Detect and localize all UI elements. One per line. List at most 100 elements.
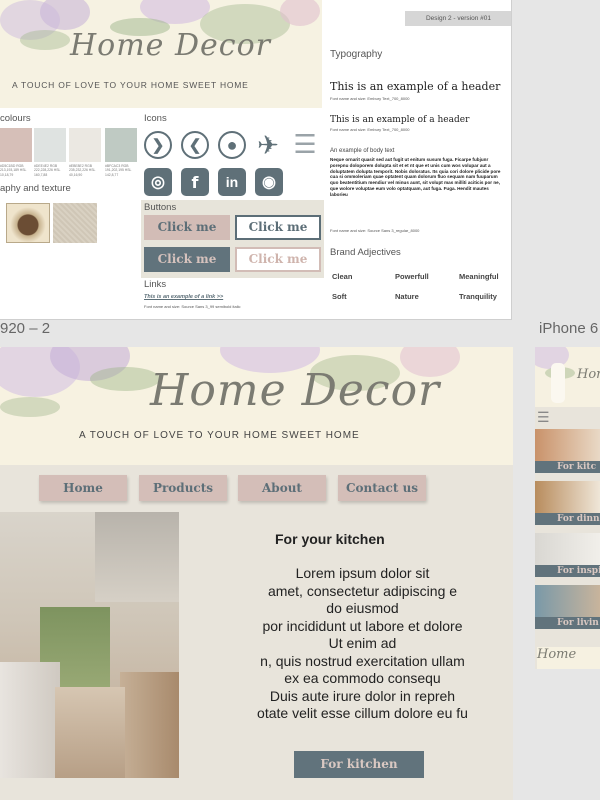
floor [55, 687, 125, 778]
user-icon[interactable]: ● [218, 131, 246, 159]
category-image [535, 429, 600, 461]
body-line: Ut enim ad [328, 635, 397, 651]
icons-title: Icons [144, 113, 167, 124]
body-line: Duis aute irure dolor in repreh [269, 687, 456, 704]
body-line: otate velit esse cillum dolore eu fu [257, 705, 468, 721]
category-image [535, 533, 600, 565]
section-heading: For your kitchen [275, 531, 385, 547]
range-hood [95, 512, 179, 602]
github-icon[interactable]: ◉ [255, 168, 283, 196]
swatch-code: #D5C1BD RGB 213,193,189 HSL 10,18,79 [0, 164, 27, 177]
click-me-button-light[interactable]: Click me [235, 247, 321, 272]
kitchen-photo [0, 512, 179, 778]
colours-title: colours [0, 113, 31, 124]
click-me-button-dark[interactable]: Click me [144, 247, 230, 272]
nav-contact-us[interactable]: Contact us [338, 475, 426, 501]
body-text-example: Neque ornarit quasit sed aut fugit ut en… [330, 157, 501, 197]
swatch-code: #BFCAC3 RGB 191,202,195 HSL 142,8,77 [105, 164, 132, 177]
adjective: Tranquility [459, 292, 497, 301]
category-label[interactable]: For livin [535, 617, 600, 629]
footer-brand-logo: Home [537, 647, 600, 669]
colour-swatch [105, 128, 137, 162]
texture-title: aphy and texture [0, 183, 71, 194]
hamburger-icon[interactable]: ☰ [291, 129, 319, 159]
nav-about[interactable]: About [238, 475, 326, 501]
adjective: Soft [332, 292, 347, 301]
texture-swatch [53, 203, 97, 243]
leaf-decoration [20, 30, 70, 50]
body-line: do eiusmod [326, 600, 399, 616]
category-card[interactable]: For livin [535, 585, 600, 631]
iphone-artboard: Home ☰ For kitc For dinnin For inspi For… [535, 347, 600, 669]
header-font-note-2: Font name and size: Embury Text_700_8000 [330, 127, 410, 132]
body-line: por incididunt ut labore et dolore [262, 617, 463, 634]
version-badge: Design 2 - version #01 [405, 11, 511, 26]
flower-decoration [40, 0, 90, 30]
link-font-note: Font name and size: Source Sans 3_99 sem… [144, 304, 241, 309]
typography-title: Typography [330, 49, 383, 60]
category-label[interactable]: For dinnin [535, 513, 600, 525]
colour-swatch [34, 128, 66, 162]
header-font-note-1: Font name and size: Embury Text_700_8000 [330, 96, 410, 101]
counter-right [120, 672, 179, 778]
category-label[interactable]: For kitc [535, 461, 600, 473]
nav-products[interactable]: Products [139, 475, 227, 501]
category-card[interactable]: For kitc [535, 429, 600, 475]
brand-logo[interactable]: Home [577, 367, 600, 382]
airplane-icon[interactable]: ✈ [254, 130, 282, 160]
header-example-2: This is an example of a header [330, 115, 470, 125]
vase [551, 363, 565, 403]
guide-hero-banner: Home Decor A TOUCH OF LOVE TO YOUR HOME … [0, 0, 322, 108]
section-body-text: Lorem ipsum dolor sit amet, consectetur … [235, 565, 490, 725]
leaf-decoration [0, 397, 60, 417]
swatch-code: #DEE4E2 RGB 222,228,226 HSL 160,7,88 [34, 164, 61, 177]
nav-home[interactable]: Home [39, 475, 127, 501]
style-guide-artboard: Home Decor A TOUCH OF LOVE TO YOUR HOME … [0, 0, 512, 320]
adjective: Nature [395, 292, 419, 301]
desktop-artboard-label[interactable]: 920 – 2 [0, 320, 50, 337]
flower-decoration [280, 0, 320, 26]
category-image [535, 585, 600, 617]
buttons-panel: Buttons Click me Click me Click me Click… [141, 200, 324, 278]
adjective: Clean [332, 272, 353, 281]
body-text-label: An example of body text [330, 148, 395, 154]
header-example-1: This is an example of a header [330, 80, 501, 93]
category-image [535, 481, 600, 513]
example-link[interactable]: This is an example of a link >> [144, 294, 223, 300]
brand-logo: Home Decor [70, 28, 271, 63]
chevron-left-icon[interactable]: ❮ [181, 131, 209, 159]
swatch-code: #EBE8E2 RGB 235,232,226 HSL 40,16,90 [69, 164, 96, 177]
adjective: Meaningful [459, 272, 499, 281]
hamburger-icon[interactable]: ☰ [537, 409, 550, 426]
chevron-right-icon[interactable]: ❯ [144, 131, 172, 159]
instagram-icon[interactable]: ◎ [144, 168, 172, 196]
for-kitchen-button[interactable]: For kitchen [294, 751, 424, 778]
body-line: Lorem ipsum dolor sit [295, 565, 430, 581]
body-line: ex ea commodo consequ [284, 670, 441, 686]
brand-logo[interactable]: Home Decor [150, 365, 440, 416]
facebook-icon[interactable]: f [181, 168, 209, 196]
brand-tagline: A TOUCH OF LOVE TO YOUR HOME SWEET HOME [79, 430, 360, 441]
desktop-artboard: Home Decor A TOUCH OF LOVE TO YOUR HOME … [0, 347, 513, 800]
category-card[interactable]: For dinnin [535, 481, 600, 527]
brand-tagline: A TOUCH OF LOVE TO YOUR HOME SWEET HOME [12, 80, 249, 90]
colour-swatch [69, 128, 101, 162]
iphone-artboard-label[interactable]: iPhone 6 [539, 320, 598, 337]
links-title: Links [144, 279, 167, 290]
brand-adjectives-title: Brand Adjectives [330, 247, 401, 258]
linkedin-icon[interactable]: in [218, 168, 246, 196]
buttons-title: Buttons [144, 202, 177, 213]
category-label[interactable]: For inspi [535, 565, 600, 577]
body-line: n, quis nostrud exercitation ullam [260, 652, 465, 669]
adjective: Powerfull [395, 272, 429, 281]
body-line: amet, consectetur adipiscing e [267, 582, 458, 599]
body-font-note: Font name and size: Source Sans 3_regula… [330, 228, 420, 233]
click-me-button-outline[interactable]: Click me [235, 215, 321, 240]
phone-hero-banner: Home [535, 347, 600, 407]
texture-photo [6, 203, 50, 243]
desktop-hero-banner: Home Decor A TOUCH OF LOVE TO YOUR HOME … [0, 347, 513, 465]
category-card[interactable]: For inspi [535, 533, 600, 579]
colour-swatch [0, 128, 32, 162]
counter-left [0, 662, 60, 778]
click-me-button[interactable]: Click me [144, 215, 230, 240]
